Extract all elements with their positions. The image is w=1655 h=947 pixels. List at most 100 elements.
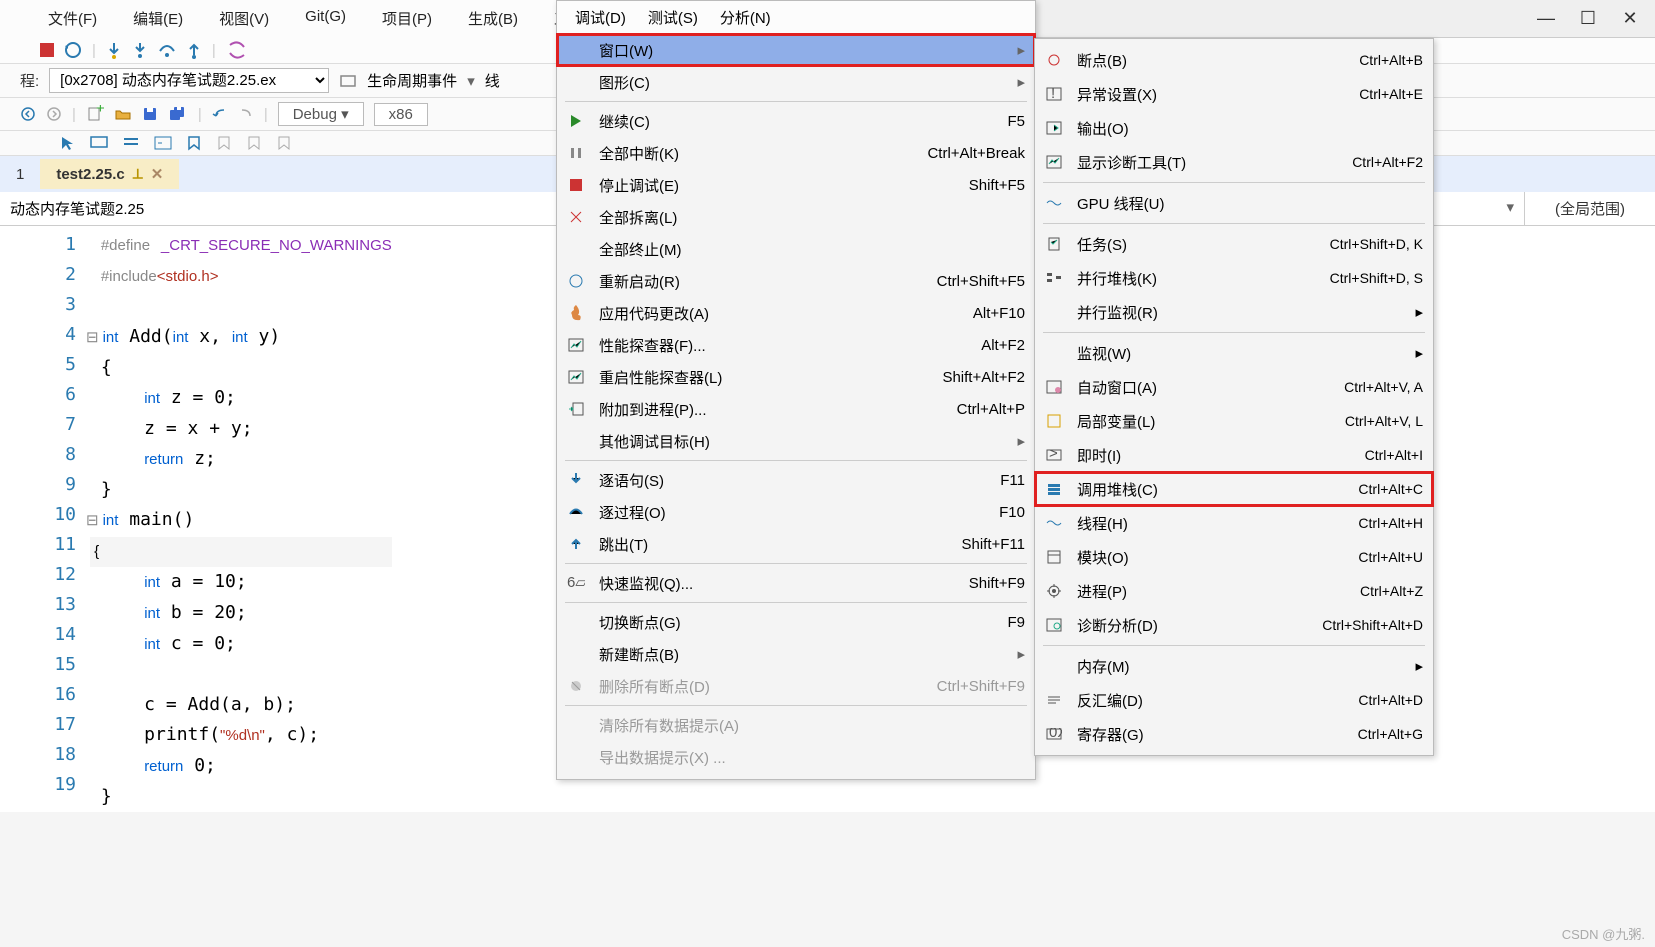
save-all-icon[interactable] — [168, 106, 188, 122]
new-item-icon[interactable]: + — [86, 105, 104, 123]
shortcut-label: Ctrl+Alt+V, A — [1344, 379, 1423, 395]
bookmark-icon[interactable] — [186, 135, 202, 151]
menu-item-26[interactable]: 导出数据提示(X) ... — [557, 741, 1035, 773]
menu-item-8[interactable]: 并行堆栈(K)Ctrl+Shift+D, S — [1035, 261, 1433, 295]
redo-icon[interactable] — [238, 106, 254, 122]
tab-active[interactable]: test2.25.c ⟂ ✕ — [40, 159, 179, 189]
menu-item-label: 逐过程(O) — [599, 502, 987, 523]
prev-bookmark-icon[interactable] — [216, 135, 232, 151]
lifecycle-icon[interactable] — [339, 72, 357, 90]
menu-item-17[interactable]: 模块(O)Ctrl+Alt+U — [1035, 540, 1433, 574]
menu-item-10[interactable]: 性能探查器(F)...Alt+F2 — [557, 329, 1035, 361]
menu-item-0[interactable]: 断点(B)Ctrl+Alt+B — [1035, 43, 1433, 77]
close-window-icon[interactable]: ✕ — [1615, 8, 1645, 29]
menu-item-25[interactable]: 清除所有数据提示(A) — [557, 709, 1035, 741]
clear-bookmark-icon[interactable] — [276, 135, 292, 151]
maximize-icon[interactable]: ☐ — [1573, 8, 1603, 29]
step-over-icon[interactable] — [158, 41, 176, 59]
menu-item-4[interactable]: 全部中断(K)Ctrl+Alt+Break — [557, 137, 1035, 169]
undo-icon[interactable] — [212, 106, 228, 122]
pstack-icon — [1043, 267, 1065, 289]
menu-item-16[interactable]: 线程(H)Ctrl+Alt+H — [1035, 506, 1433, 540]
close-icon[interactable]: ✕ — [151, 165, 164, 183]
shortcut-label: Shift+F11 — [961, 536, 1025, 553]
menu-item-9[interactable]: 并行监视(R)▸ — [1035, 295, 1433, 329]
uncomment-icon[interactable] — [122, 136, 140, 150]
scope-global[interactable]: (全局范围) — [1525, 192, 1655, 225]
config-select[interactable]: Debug ▾ — [278, 102, 364, 126]
menu-item-label: 窗口(W) — [599, 40, 1005, 61]
lifecycle-label[interactable]: 生命周期事件 — [367, 70, 457, 91]
menu-item-1[interactable]: !异常设置(X)Ctrl+Alt+E — [1035, 77, 1433, 111]
step-into-icon[interactable] — [132, 41, 148, 59]
menu-analyze[interactable]: 分析(N) — [720, 7, 771, 28]
menu-item-17[interactable]: 跳出(T)Shift+F11 — [557, 528, 1035, 560]
menu-file[interactable]: 文件(F) — [40, 4, 105, 33]
menu-item-3[interactable]: 显示诊断工具(T)Ctrl+Alt+F2 — [1035, 145, 1433, 179]
menu-item-7[interactable]: 任务(S)Ctrl+Shift+D, K — [1035, 227, 1433, 261]
show-next-statement-icon[interactable] — [106, 41, 122, 59]
menu-item-0[interactable]: 窗口(W)▸ — [557, 34, 1035, 66]
platform-select[interactable]: x86 — [374, 103, 428, 126]
menu-view[interactable]: 视图(V) — [211, 4, 277, 33]
forward-icon[interactable] — [46, 106, 62, 122]
menu-item-7[interactable]: 全部终止(M) — [557, 233, 1035, 265]
menu-item-9[interactable]: 应用代码更改(A)Alt+F10 — [557, 297, 1035, 329]
menu-item-label: 重新启动(R) — [599, 271, 925, 292]
next-bookmark-icon[interactable] — [246, 135, 262, 151]
menu-project[interactable]: 项目(P) — [374, 4, 440, 33]
menu-item-23[interactable]: 删除所有断点(D)Ctrl+Shift+F9 — [557, 670, 1035, 702]
menu-item-19[interactable]: 诊断分析(D)Ctrl+Shift+Alt+D — [1035, 608, 1433, 642]
menu-item-6[interactable]: 全部拆离(L) — [557, 201, 1035, 233]
menu-item-14[interactable]: >即时(I)Ctrl+Alt+I — [1035, 438, 1433, 472]
hot-reload-icon[interactable] — [226, 41, 250, 59]
menu-item-21[interactable]: 内存(M)▸ — [1035, 649, 1433, 683]
save-icon[interactable] — [142, 106, 158, 122]
menu-item-15[interactable]: 逐语句(S)F11 — [557, 464, 1035, 496]
menu-item-18[interactable]: 进程(P)Ctrl+Alt+Z — [1035, 574, 1433, 608]
blank-icon — [565, 611, 587, 633]
svg-text:>: > — [1049, 449, 1058, 461]
step-out-icon[interactable] — [186, 41, 202, 59]
menu-item-22[interactable]: 反汇编(D)Ctrl+Alt+D — [1035, 683, 1433, 717]
menu-item-13[interactable]: 其他调试目标(H)▸ — [557, 425, 1035, 457]
pin-icon[interactable]: ⟂ — [133, 166, 143, 183]
menu-item-11[interactable]: 重启性能探查器(L)Shift+Alt+F2 — [557, 361, 1035, 393]
menu-item-3[interactable]: 继续(C)F5 — [557, 105, 1035, 137]
process-select[interactable]: [0x2708] 动态内存笔试题2.25.ex — [49, 68, 329, 93]
comment-icon[interactable] — [90, 136, 108, 150]
menu-item-13[interactable]: 局部变量(L)Ctrl+Alt+V, L — [1035, 404, 1433, 438]
menu-item-11[interactable]: 监视(W)▸ — [1035, 336, 1433, 370]
pointer-icon[interactable] — [60, 135, 76, 151]
minimize-icon[interactable]: — — [1531, 8, 1561, 29]
stop-icon[interactable] — [40, 43, 54, 57]
menu-item-23[interactable]: 0X寄存器(G)Ctrl+Alt+G — [1035, 717, 1433, 751]
menu-item-12[interactable]: 自动窗口(A)Ctrl+Alt+V, A — [1035, 370, 1433, 404]
menu-build[interactable]: 生成(B) — [460, 4, 526, 33]
shortcut-label: Ctrl+Shift+D, K — [1330, 236, 1423, 252]
menu-test[interactable]: 测试(S) — [648, 7, 698, 28]
menu-item-16[interactable]: 逐过程(O)F10 — [557, 496, 1035, 528]
menu-edit[interactable]: 编辑(E) — [125, 4, 191, 33]
menu-item-8[interactable]: 重新启动(R)Ctrl+Shift+F5 — [557, 265, 1035, 297]
qw-icon: 6▱ — [565, 572, 587, 594]
menu-item-19[interactable]: 6▱快速监视(Q)...Shift+F9 — [557, 567, 1035, 599]
menu-item-22[interactable]: 新建断点(B)▸ — [557, 638, 1035, 670]
tab-label: test2.25.c — [56, 166, 124, 183]
restart-icon[interactable] — [64, 41, 82, 59]
menu-item-12[interactable]: 附加到进程(P)...Ctrl+Alt+P — [557, 393, 1035, 425]
tab-inactive[interactable]: 1 — [0, 160, 40, 189]
menu-debug[interactable]: 调试(D) — [575, 7, 626, 28]
menu-git[interactable]: Git(G) — [297, 4, 354, 33]
indent-icon[interactable] — [154, 136, 172, 150]
open-icon[interactable] — [114, 105, 132, 123]
menu-item-5[interactable]: 停止调试(E)Shift+F5 — [557, 169, 1035, 201]
back-icon[interactable] — [20, 106, 36, 122]
menu-item-2[interactable]: 输出(O) — [1035, 111, 1433, 145]
menu-item-21[interactable]: 切换断点(G)F9 — [557, 606, 1035, 638]
menu-item-5[interactable]: GPU 线程(U) — [1035, 186, 1433, 220]
code-body[interactable]: #define _CRT_SECURE_NO_WARNINGS #include… — [90, 226, 392, 812]
menu-item-15[interactable]: 调用堆栈(C)Ctrl+Alt+C — [1035, 472, 1433, 506]
menu-item-label: 全部拆离(L) — [599, 207, 1025, 228]
menu-item-1[interactable]: 图形(C)▸ — [557, 66, 1035, 98]
